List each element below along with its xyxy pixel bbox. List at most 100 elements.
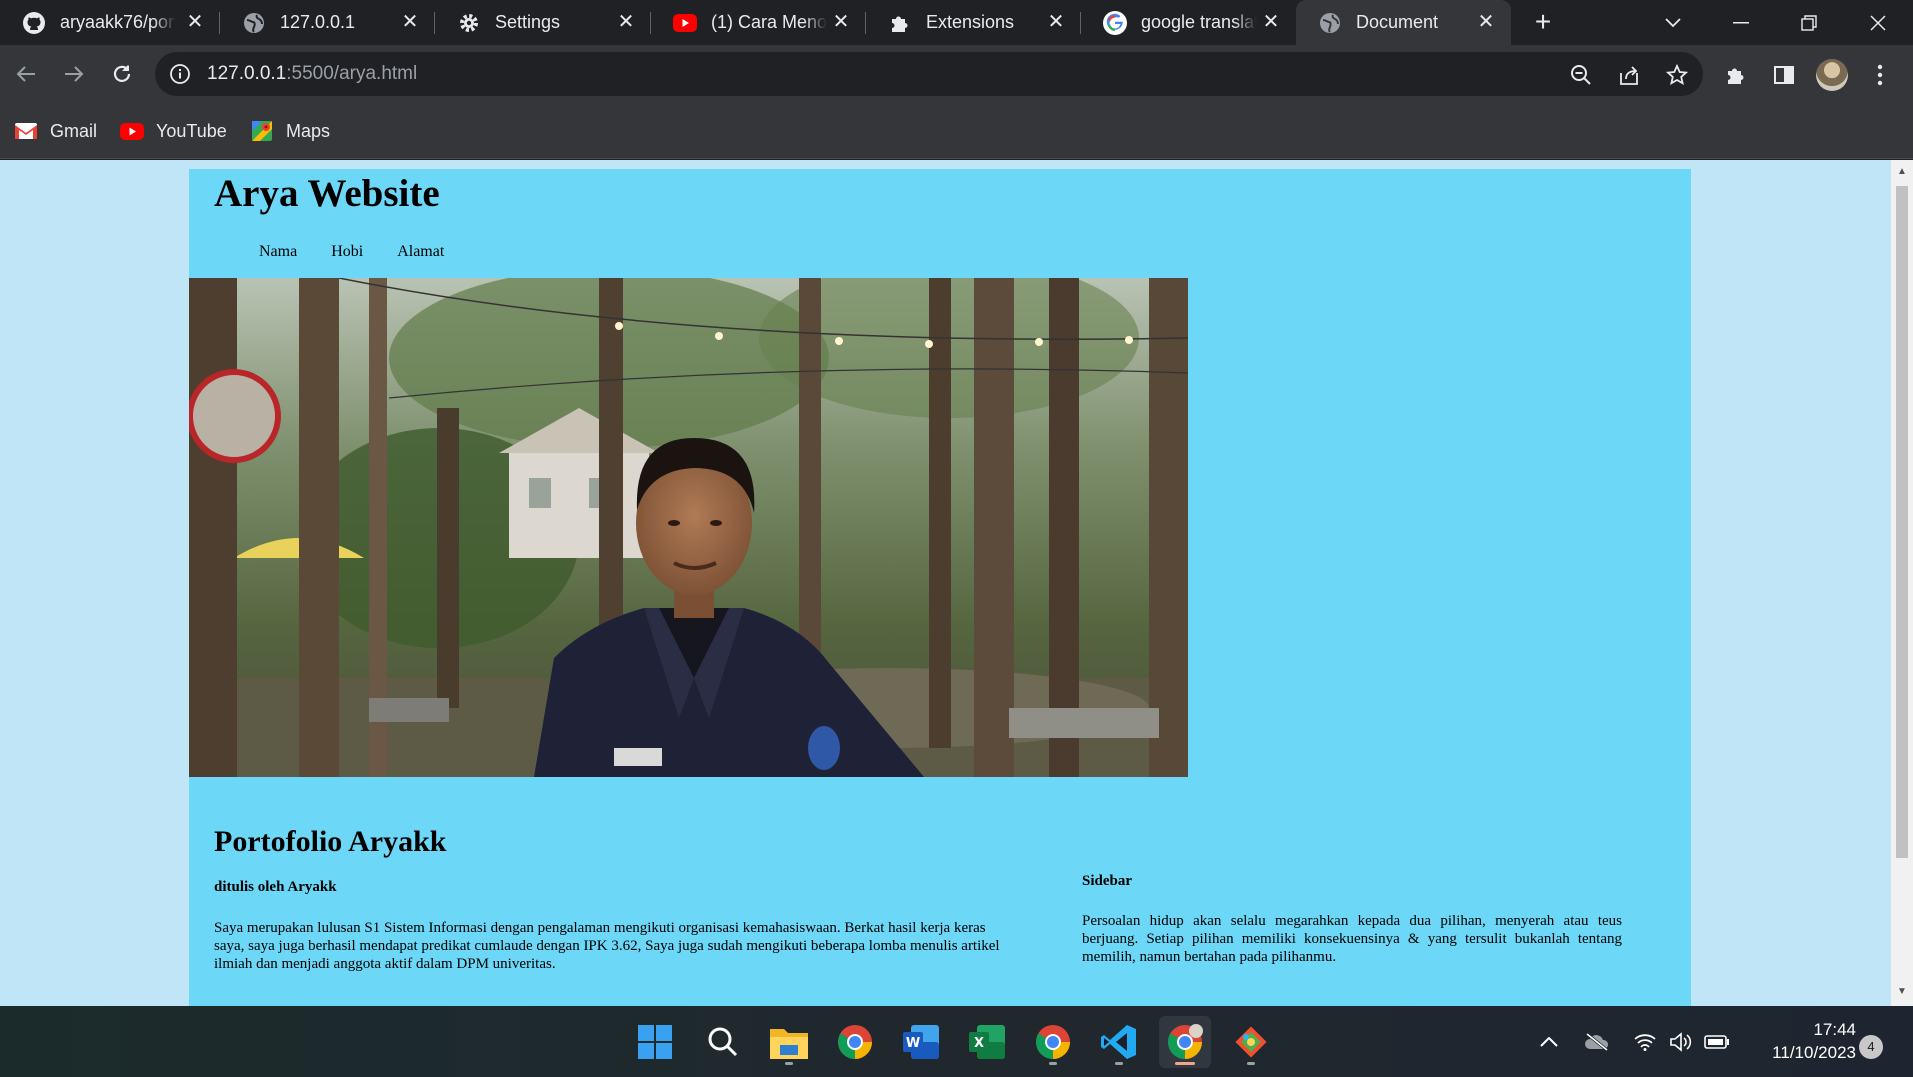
tab-localhost[interactable]: 127.0.0.1 ✕ bbox=[220, 0, 435, 45]
bookmark-label: Gmail bbox=[50, 120, 98, 141]
nav-link-nama[interactable]: Nama bbox=[259, 243, 297, 261]
article: Portofolio Aryakk ditulis oleh Aryakk Sa… bbox=[214, 825, 1004, 973]
site-nav: Nama Hobi Alamat bbox=[259, 243, 478, 261]
tab-title: Document bbox=[1356, 12, 1439, 32]
close-tab-icon[interactable]: ✕ bbox=[1475, 11, 1497, 33]
battery-icon[interactable] bbox=[1704, 1030, 1730, 1054]
tab-google-translate[interactable]: google translate ✕ bbox=[1081, 0, 1296, 45]
chrome-icon[interactable] bbox=[829, 1016, 881, 1068]
onedrive-offline-icon[interactable] bbox=[1584, 1030, 1610, 1054]
close-tab-icon[interactable]: ✕ bbox=[615, 11, 637, 33]
forward-button[interactable] bbox=[54, 54, 94, 94]
sidebar: Sidebar Persoalan hidup akan selalu mega… bbox=[1082, 873, 1622, 966]
tab-title: Extensions bbox=[926, 12, 1015, 32]
tab-youtube[interactable]: (1) Cara Menonton ✕ bbox=[651, 0, 866, 45]
gear-icon bbox=[457, 11, 481, 35]
tab-extensions[interactable]: Extensions ✕ bbox=[866, 0, 1081, 45]
close-tab-icon[interactable]: ✕ bbox=[1045, 11, 1067, 33]
reload-button[interactable] bbox=[102, 54, 142, 94]
svg-text:W: W bbox=[906, 1036, 920, 1051]
svg-text:X: X bbox=[974, 1036, 984, 1051]
vertical-scrollbar[interactable]: ▲ ▼ bbox=[1891, 160, 1913, 1006]
bookmark-label: YouTube bbox=[156, 120, 227, 141]
page-viewport: Arya Website Nama Hobi Alamat Portofolio… bbox=[0, 160, 1891, 1006]
article-byline: ditulis oleh Aryakk bbox=[214, 879, 337, 895]
close-window-button[interactable] bbox=[1845, 0, 1911, 45]
side-panel-button[interactable] bbox=[1764, 55, 1804, 95]
youtube-icon bbox=[673, 11, 697, 35]
search-icon[interactable] bbox=[697, 1016, 749, 1068]
extensions-button[interactable] bbox=[1716, 55, 1756, 95]
maps-icon bbox=[250, 121, 274, 141]
back-arrow-icon bbox=[16, 66, 35, 82]
share-icon[interactable] bbox=[1615, 61, 1643, 89]
globe-icon bbox=[242, 11, 266, 35]
menu-button[interactable] bbox=[1860, 55, 1900, 95]
close-tab-icon[interactable]: ✕ bbox=[184, 11, 206, 33]
tab-title: Settings bbox=[495, 12, 561, 32]
new-tab-button[interactable]: + bbox=[1528, 8, 1558, 38]
clock-time: 17:44 bbox=[1813, 1020, 1856, 1039]
avatar bbox=[1816, 59, 1848, 91]
github-icon bbox=[22, 11, 46, 35]
tab-document[interactable]: Document ✕ bbox=[1296, 0, 1511, 45]
youtube-icon bbox=[120, 121, 144, 141]
system-clock[interactable]: 17:44 11/10/2023 bbox=[1748, 1018, 1856, 1064]
google-icon bbox=[1103, 10, 1127, 35]
git-icon[interactable] bbox=[1225, 1016, 1277, 1068]
bookmarks-bar: Gmail YouTube Maps bbox=[0, 103, 1913, 159]
chrome-icon[interactable] bbox=[1027, 1016, 1079, 1068]
scrollbar-thumb[interactable] bbox=[1896, 186, 1908, 858]
close-tab-icon[interactable]: ✕ bbox=[399, 11, 421, 33]
minimize-button[interactable] bbox=[1708, 0, 1774, 45]
kebab-menu-icon bbox=[1877, 64, 1883, 86]
bookmark-maps[interactable]: Maps bbox=[250, 117, 330, 145]
excel-icon[interactable]: X bbox=[961, 1016, 1013, 1068]
scroll-up-arrow-icon[interactable]: ▲ bbox=[1896, 166, 1908, 178]
tab-title: (1) Cara Menonton bbox=[711, 12, 827, 32]
volume-icon[interactable] bbox=[1668, 1030, 1694, 1054]
close-tab-icon[interactable]: ✕ bbox=[830, 11, 852, 33]
page-container: Arya Website Nama Hobi Alamat Portofolio… bbox=[189, 169, 1691, 1006]
address-bar[interactable]: 127.0.0.1:5500/arya.html bbox=[155, 52, 1703, 96]
site-info-icon[interactable] bbox=[169, 63, 191, 90]
hero-photo bbox=[189, 278, 1188, 777]
bookmark-star-icon[interactable] bbox=[1663, 61, 1691, 89]
globe-icon bbox=[1318, 11, 1342, 35]
sidebar-body: Persoalan hidup akan selalu megarahkan k… bbox=[1082, 913, 1622, 965]
gmail-icon bbox=[14, 121, 38, 141]
site-title: Arya Website bbox=[214, 172, 440, 215]
nav-link-alamat[interactable]: Alamat bbox=[397, 243, 444, 261]
article-body: Saya merupakan lulusan S1 Sistem Informa… bbox=[214, 920, 1000, 972]
tab-github[interactable]: aryaakk76/portfolio ✕ bbox=[0, 0, 220, 45]
wifi-icon[interactable] bbox=[1632, 1030, 1658, 1054]
tab-title: 127.0.0.1 bbox=[280, 12, 356, 32]
chevron-up-icon[interactable] bbox=[1536, 1030, 1562, 1054]
bookmark-youtube[interactable]: YouTube bbox=[120, 117, 227, 145]
bookmark-gmail[interactable]: Gmail bbox=[14, 117, 97, 145]
tab-title: aryaakk76/portfolio bbox=[60, 12, 176, 32]
vscode-icon[interactable] bbox=[1093, 1016, 1145, 1068]
reload-icon bbox=[113, 65, 131, 82]
word-icon[interactable]: W bbox=[895, 1016, 947, 1068]
chrome-icon[interactable] bbox=[1159, 1016, 1211, 1068]
windows-start-icon[interactable] bbox=[629, 1016, 681, 1068]
back-button[interactable] bbox=[6, 54, 46, 94]
zoom-icon[interactable] bbox=[1567, 61, 1595, 89]
tab-title: google translate bbox=[1141, 12, 1257, 32]
nav-link-hobi[interactable]: Hobi bbox=[331, 243, 363, 261]
profile-button[interactable] bbox=[1812, 55, 1852, 95]
bookmark-label: Maps bbox=[286, 120, 331, 141]
notification-badge[interactable]: 4 bbox=[1859, 1035, 1883, 1059]
restore-button[interactable] bbox=[1776, 0, 1842, 45]
tab-settings[interactable]: Settings ✕ bbox=[435, 0, 651, 45]
tab-search-button[interactable] bbox=[1640, 0, 1706, 45]
url-text: 127.0.0.1:5500/arya.html bbox=[207, 63, 417, 85]
url-path: :5500/arya.html bbox=[286, 63, 418, 84]
side-panel-icon bbox=[1774, 66, 1794, 84]
close-tab-icon[interactable]: ✕ bbox=[1260, 11, 1282, 33]
puzzle-icon bbox=[888, 11, 912, 35]
file-explorer-icon[interactable] bbox=[763, 1016, 815, 1068]
scroll-down-arrow-icon[interactable]: ▼ bbox=[1896, 986, 1908, 998]
sidebar-heading: Sidebar bbox=[1082, 873, 1133, 889]
